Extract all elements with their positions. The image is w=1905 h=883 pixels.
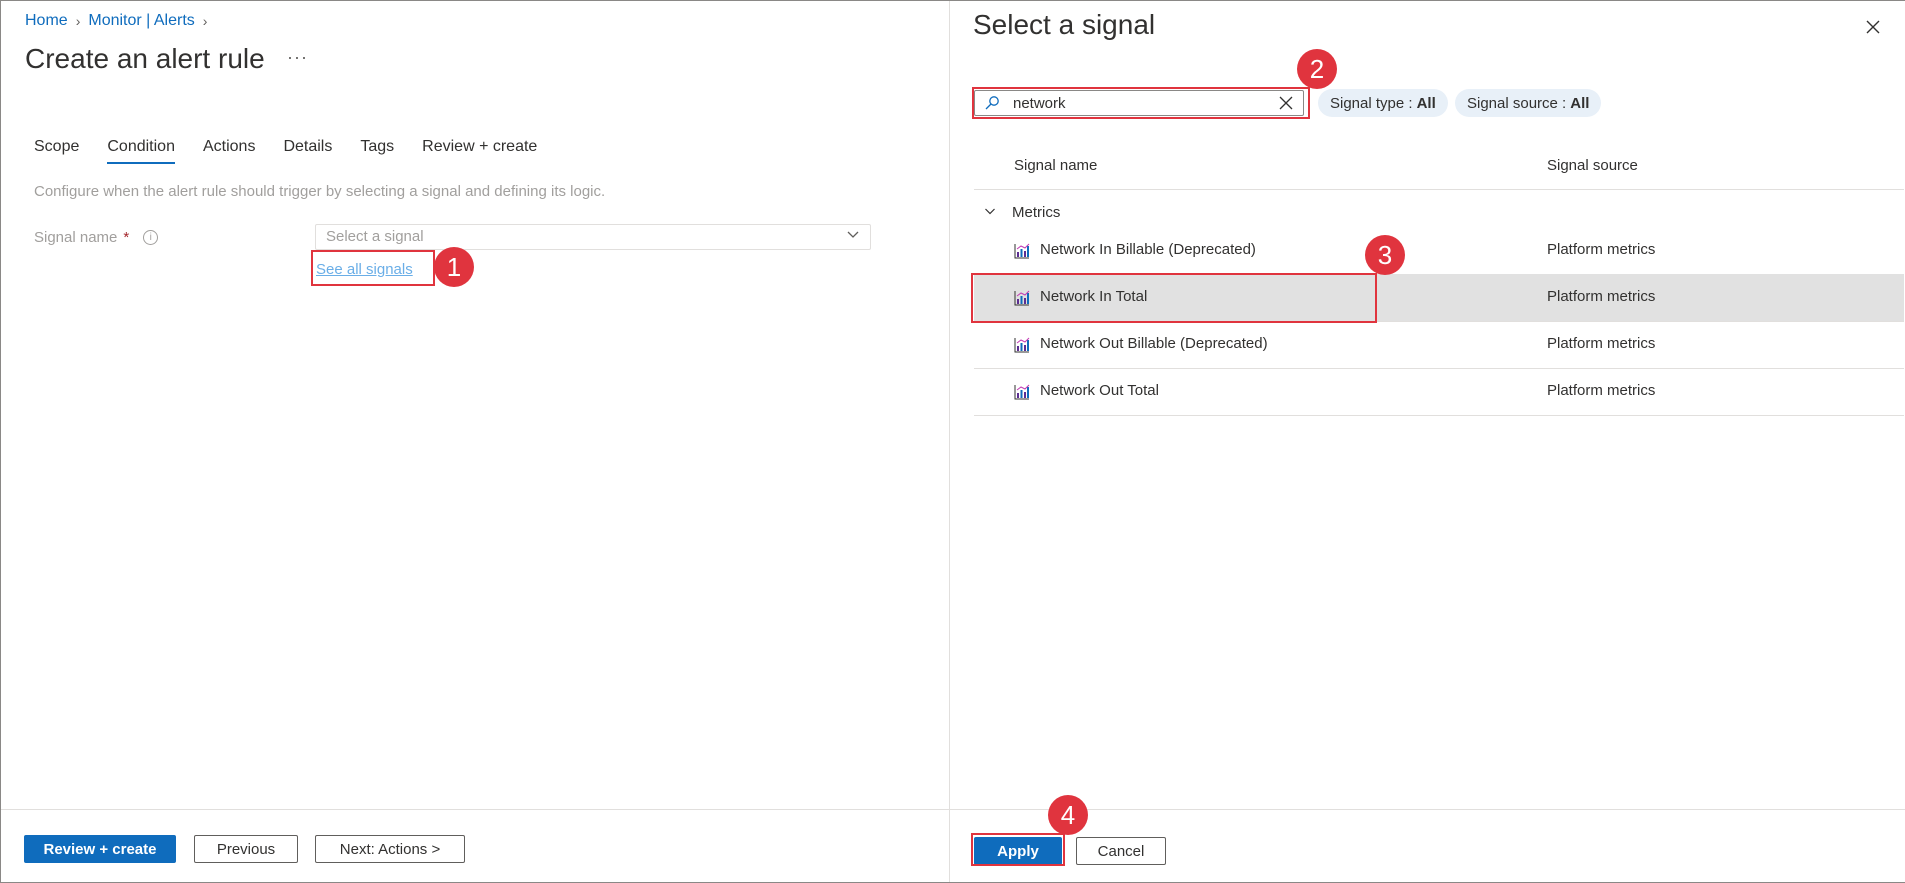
required-marker: *: [123, 229, 130, 246]
signal-source-filter[interactable]: Signal source : All: [1455, 89, 1602, 117]
metric-chart-icon: [1014, 337, 1030, 357]
annotation-badge-3: 3: [1365, 235, 1405, 275]
tab-condition[interactable]: Condition: [107, 138, 175, 164]
previous-button[interactable]: Previous: [194, 835, 298, 863]
annotation-box-3: [971, 273, 1377, 323]
tab-scope[interactable]: Scope: [34, 138, 79, 164]
cancel-button[interactable]: Cancel: [1076, 837, 1166, 865]
signal-row[interactable]: Network Out Billable (Deprecated) Platfo…: [974, 321, 1904, 369]
panel-footer: Apply Cancel: [950, 809, 1905, 883]
signal-type-filter[interactable]: Signal type : All: [1318, 89, 1448, 117]
more-options-icon[interactable]: ···: [287, 47, 308, 68]
panel-title: Select a signal: [973, 9, 1156, 40]
breadcrumb-monitor-alerts[interactable]: Monitor | Alerts: [88, 12, 194, 30]
annotation-badge-1: 1: [434, 247, 474, 287]
chevron-right-icon: ›: [202, 13, 208, 29]
metric-chart-icon: [1014, 243, 1030, 263]
group-header-metrics[interactable]: Metrics: [974, 197, 1060, 227]
column-header-signal-source[interactable]: Signal source: [1547, 157, 1638, 174]
annotation-box-2: [972, 87, 1310, 119]
chevron-right-icon: ›: [75, 13, 81, 29]
annotation-box-4: [971, 833, 1065, 866]
wizard-tabs: Scope Condition Actions Details Tags Rev…: [34, 138, 565, 164]
column-header-signal-name[interactable]: Signal name: [1014, 157, 1097, 174]
next-actions-button[interactable]: Next: Actions >: [315, 835, 465, 863]
signal-name: Network Out Total: [1040, 382, 1159, 399]
signal-source-filter-value: All: [1570, 94, 1590, 112]
signal-row[interactable]: Network Out Total Platform metrics: [974, 368, 1904, 416]
signal-type-filter-value: All: [1416, 94, 1436, 112]
tab-actions[interactable]: Actions: [203, 138, 255, 164]
signal-source: Platform metrics: [1547, 382, 1656, 399]
tab-details[interactable]: Details: [283, 138, 332, 164]
breadcrumb-home[interactable]: Home: [25, 12, 68, 30]
signal-type-filter-label: Signal type :: [1330, 94, 1413, 112]
group-label: Metrics: [1012, 203, 1061, 221]
signal-source: Platform metrics: [1547, 241, 1656, 258]
condition-description: Configure when the alert rule should tri…: [34, 183, 606, 200]
signal-source-filter-label: Signal source :: [1467, 94, 1567, 112]
tab-review-create[interactable]: Review + create: [422, 138, 537, 164]
signal-source: Platform metrics: [1547, 288, 1656, 305]
close-icon[interactable]: [1865, 19, 1881, 35]
signal-name: Network Out Billable (Deprecated): [1040, 335, 1268, 352]
signal-select-dropdown[interactable]: Select a signal: [315, 224, 871, 250]
annotation-badge-4: 4: [1048, 795, 1088, 835]
signal-name-label-text: Signal name: [34, 229, 118, 246]
signal-row[interactable]: Network In Billable (Deprecated) Platfor…: [974, 227, 1904, 275]
review-create-button[interactable]: Review + create: [24, 835, 176, 863]
info-icon[interactable]: i: [143, 230, 159, 245]
signal-grid-header: Signal name Signal source: [974, 151, 1904, 190]
chevron-down-icon: [846, 227, 860, 244]
annotation-badge-2: 2: [1297, 49, 1337, 89]
create-alert-rule-blade: Home › Monitor | Alerts › Create an aler…: [1, 1, 949, 882]
tab-tags[interactable]: Tags: [360, 138, 394, 164]
metric-chart-icon: [1014, 384, 1030, 404]
signal-source: Platform metrics: [1547, 335, 1656, 352]
signal-name: Network In Billable (Deprecated): [1040, 241, 1256, 258]
page-title: Create an alert rule: [25, 43, 265, 74]
signal-name-label: Signal name * i: [34, 229, 159, 246]
signal-select-placeholder: Select a signal: [326, 228, 424, 245]
annotation-box-1: [311, 250, 435, 286]
left-footer: Review + create Previous Next: Actions >: [1, 809, 949, 883]
breadcrumb: Home › Monitor | Alerts ›: [25, 12, 207, 30]
chevron-down-icon[interactable]: [984, 205, 996, 220]
select-signal-panel: Select a signal network Signal type : Al…: [949, 1, 1905, 882]
